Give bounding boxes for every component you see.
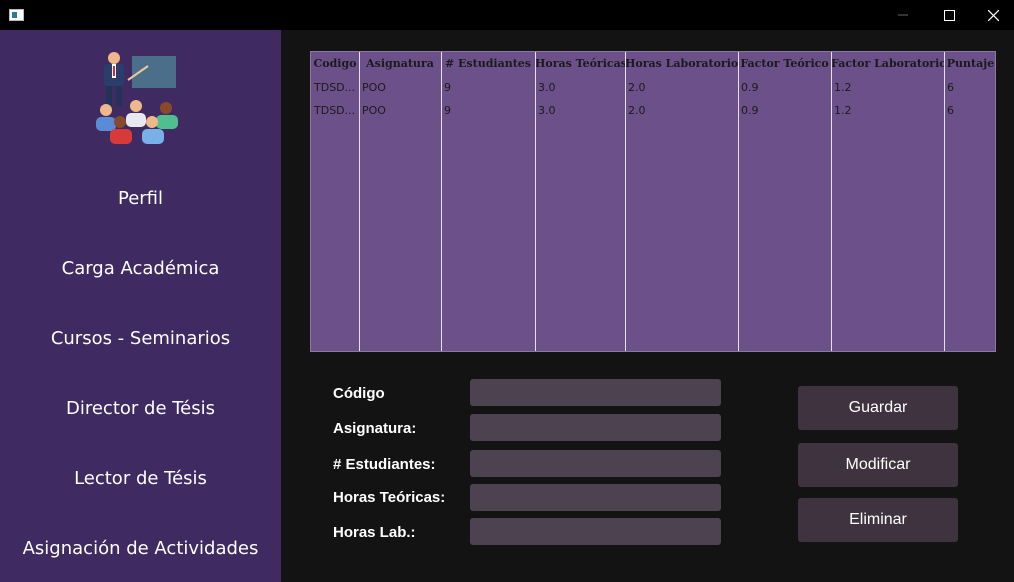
table-cell: 1.2	[834, 104, 852, 117]
courses-table[interactable]: Codigo Asignatura # Estudiantes Horas Te…	[310, 51, 996, 352]
table-cell: 9	[444, 104, 451, 117]
eliminar-button[interactable]: Eliminar	[798, 498, 958, 542]
app-icon	[9, 9, 24, 21]
table-header[interactable]: Horas Teóricas	[535, 52, 625, 76]
minimize-button[interactable]	[880, 0, 926, 30]
maximize-icon	[943, 9, 955, 21]
table-header[interactable]: Factor Teórico	[738, 52, 831, 76]
table-header[interactable]: Factor Laboratorio	[831, 52, 944, 76]
estudiantes-input[interactable]	[470, 450, 721, 477]
table-cell: 0.9	[741, 81, 759, 94]
table-header[interactable]: Horas Laboratorio	[625, 52, 738, 76]
horas-teoricas-label: Horas Teóricas:	[333, 489, 446, 506]
table-cell: 2.0	[628, 81, 646, 94]
table-cell: 6	[947, 81, 954, 94]
sidebar-item-cursos-seminarios[interactable]: Cursos - Seminarios	[0, 328, 281, 349]
table-cell: TDSD...	[314, 81, 356, 94]
table-cell: POO	[362, 104, 386, 117]
sidebar-item-perfil[interactable]: Perfil	[0, 188, 281, 209]
table-cell: 6	[947, 104, 954, 117]
table-cell: 3.0	[538, 81, 556, 94]
modificar-button[interactable]: Modificar	[798, 443, 958, 487]
sidebar-item-director-tesis[interactable]: Director de Tésis	[0, 398, 281, 419]
table-cell: 3.0	[538, 104, 556, 117]
asignatura-label: Asignatura:	[333, 420, 417, 437]
table-cell: TDSD...	[314, 104, 356, 117]
teacher-classroom-icon	[96, 52, 178, 144]
table-header[interactable]: Codigo	[311, 52, 359, 76]
codigo-input[interactable]	[470, 379, 721, 406]
table-cell: 1.2	[834, 81, 852, 94]
table-header[interactable]: Asignatura	[359, 52, 441, 76]
table-cell: 0.9	[741, 104, 759, 117]
title-bar	[0, 0, 1014, 30]
maximize-button[interactable]	[926, 0, 972, 30]
asignatura-input[interactable]	[470, 414, 721, 441]
sidebar: Perfil Carga Académica Cursos - Seminari…	[0, 30, 281, 582]
sidebar-item-asignacion-actividades[interactable]: Asignación de Actividades	[0, 538, 281, 559]
sidebar-item-lector-tesis[interactable]: Lector de Tésis	[0, 468, 281, 489]
app-window: Perfil Carga Académica Cursos - Seminari…	[0, 0, 1014, 582]
horas-teoricas-input[interactable]	[470, 484, 721, 511]
estudiantes-label: # Estudiantes:	[333, 456, 436, 473]
guardar-button[interactable]: Guardar	[798, 386, 958, 430]
sidebar-item-carga-academica[interactable]: Carga Académica	[0, 258, 281, 279]
main-content: Codigo Asignatura # Estudiantes Horas Te…	[281, 30, 1014, 582]
close-button[interactable]	[970, 0, 1014, 30]
table-header[interactable]: # Estudiantes	[441, 52, 535, 76]
table-header[interactable]: Puntaje	[944, 52, 995, 76]
horas-lab-input[interactable]	[470, 518, 721, 545]
table-cell: 9	[444, 81, 451, 94]
table-cell: 2.0	[628, 104, 646, 117]
table-cell: POO	[362, 81, 386, 94]
minimize-icon	[898, 14, 908, 16]
close-icon	[987, 9, 999, 21]
horas-lab-label: Horas Lab.:	[333, 524, 416, 541]
codigo-label: Código	[333, 385, 385, 402]
